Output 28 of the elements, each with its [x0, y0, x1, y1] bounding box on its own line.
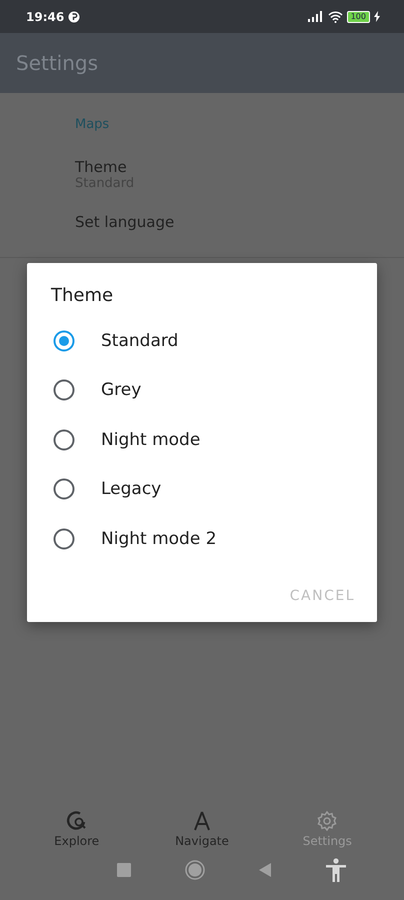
settings-icon [316, 810, 338, 832]
radio-button[interactable] [53, 379, 75, 402]
section-header: Maps [75, 117, 110, 132]
radio-option[interactable]: Night mode 2 [27, 514, 377, 564]
back-icon[interactable] [259, 863, 271, 877]
preference-item[interactable]: Set language [75, 213, 404, 231]
nav-tab[interactable]: Navigate [156, 810, 247, 848]
charging-icon [374, 11, 380, 22]
accessibility-icon[interactable] [325, 858, 347, 882]
home-icon[interactable] [185, 860, 205, 880]
radio-button[interactable] [53, 428, 75, 451]
battery-level: 100 [346, 10, 370, 22]
radio-option[interactable]: Grey [27, 366, 377, 415]
dialog-title: Theme [50, 285, 114, 306]
radio-button[interactable] [53, 330, 75, 352]
app-title: Settings [16, 51, 98, 75]
radio-button[interactable] [53, 478, 75, 500]
globe-search-icon [66, 810, 88, 832]
signal-icon [308, 11, 324, 22]
radio-option[interactable]: Legacy [27, 464, 377, 514]
status-time: 19:46 [26, 10, 64, 24]
radio-button[interactable] [53, 528, 75, 550]
wifi-icon [328, 10, 343, 22]
notification-icon [68, 10, 80, 22]
cancel-button[interactable]: CANCEL [286, 582, 359, 610]
nav-tab[interactable]: Explore [32, 810, 122, 848]
radio-option[interactable]: Standard [27, 316, 377, 366]
radio-option[interactable]: Night mode [27, 415, 377, 464]
